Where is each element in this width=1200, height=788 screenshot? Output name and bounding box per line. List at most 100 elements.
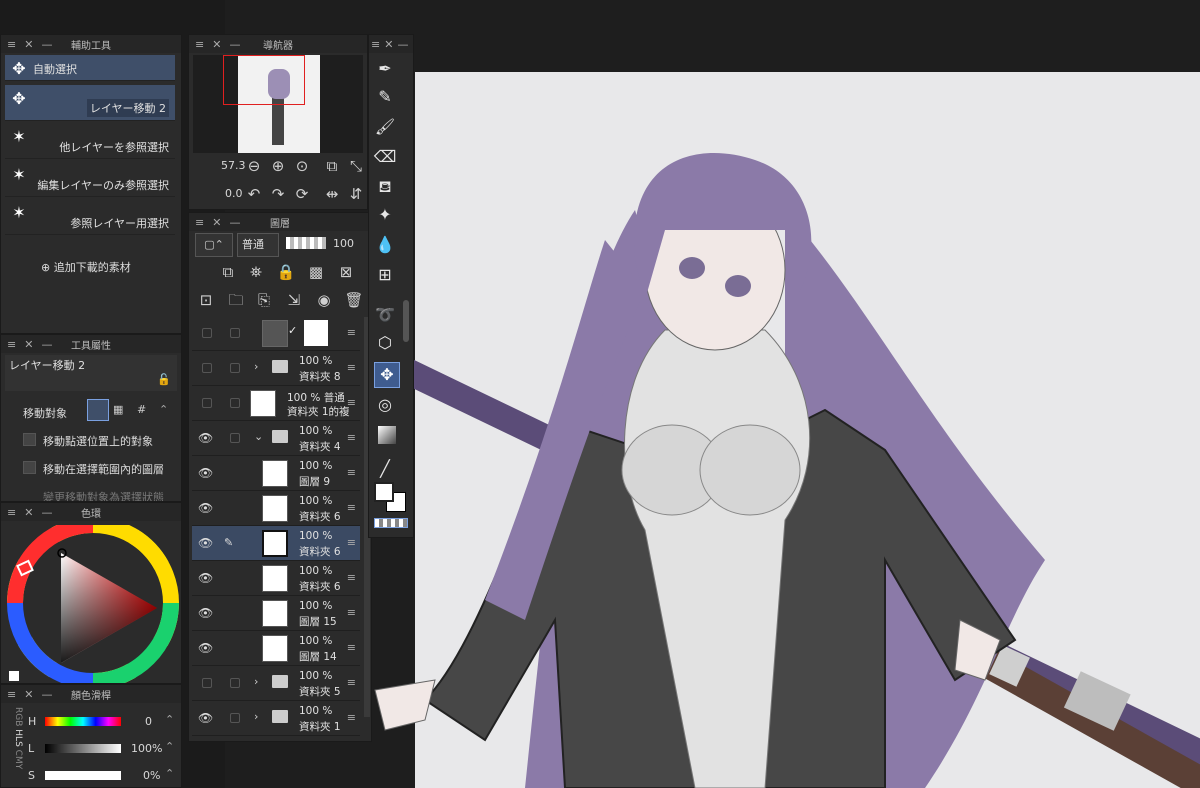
airbrush-icon[interactable]: ⛾ bbox=[372, 174, 398, 200]
l-value[interactable]: 100% bbox=[131, 742, 162, 755]
move-target-layer-button[interactable] bbox=[87, 399, 109, 421]
3d-object-icon[interactable]: ⬡ bbox=[372, 330, 398, 356]
edit-toggle[interactable] bbox=[230, 328, 240, 338]
eye-icon[interactable]: 👁 bbox=[198, 431, 213, 445]
panel-menu-icon[interactable]: ≡ bbox=[7, 38, 16, 51]
main-color-swatch[interactable] bbox=[374, 482, 394, 502]
rotation-value[interactable]: 0.0 bbox=[225, 187, 243, 200]
layer-row[interactable]: 👁 ⌄ 100 % 資料夾 4 ≡ bbox=[192, 421, 360, 456]
layer-menu-icon[interactable]: ≡ bbox=[347, 711, 356, 724]
layer-row[interactable]: 👁 100 % 資料夾 6 ≡ bbox=[192, 491, 360, 526]
l-slider[interactable] bbox=[45, 744, 121, 753]
layer-row[interactable]: 👁 100 % 圖層 14 ≡ bbox=[192, 631, 360, 666]
layer-menu-icon[interactable]: ≡ bbox=[347, 396, 356, 409]
fit-window-icon[interactable]: ⤡ bbox=[345, 155, 367, 177]
tab-cmy[interactable]: CMY bbox=[13, 750, 23, 770]
brush-icon[interactable]: 🖌 bbox=[372, 114, 398, 140]
panel-menu-icon[interactable]: ≡ bbox=[195, 216, 204, 229]
minimize-icon[interactable]: — bbox=[41, 38, 52, 51]
actual-size-icon[interactable]: ⧉ bbox=[321, 155, 343, 177]
subtool-item-edit-layer-only[interactable]: ✶ 編集レイヤーのみ参照選択 bbox=[5, 161, 175, 197]
zoom-in-icon[interactable]: ⊕ bbox=[267, 155, 289, 177]
close-icon[interactable]: ✕ bbox=[212, 38, 221, 51]
close-icon[interactable]: ✕ bbox=[24, 338, 33, 351]
minimize-icon[interactable]: — bbox=[229, 216, 240, 229]
layer-row[interactable]: › 100 % 資料夾 5 ≡ bbox=[192, 666, 360, 701]
panel-menu-icon[interactable]: ≡ bbox=[7, 506, 16, 519]
visibility-toggle[interactable] bbox=[202, 363, 212, 373]
layer-row[interactable]: 👁 100 % 資料夾 6 ≡ bbox=[192, 561, 360, 596]
s-slider[interactable] bbox=[45, 771, 121, 780]
layer-row[interactable]: 👁 › 100 % 資料夾 1 ≡ bbox=[192, 701, 360, 736]
tool-strip-scrollbar[interactable] bbox=[403, 300, 409, 342]
layer-row[interactable]: 👁 100 % 圖層 15 ≡ bbox=[192, 596, 360, 631]
edit-toggle[interactable] bbox=[230, 398, 240, 408]
eye-icon[interactable]: 👁 bbox=[198, 711, 213, 725]
chevron-right-icon[interactable]: › bbox=[254, 710, 258, 723]
lasso-icon[interactable]: ➰ bbox=[372, 302, 398, 328]
delete-layer-icon[interactable]: 🗑 bbox=[343, 289, 365, 311]
chevron-right-icon[interactable]: › bbox=[254, 360, 258, 373]
layer-menu-icon[interactable]: ≡ bbox=[347, 606, 356, 619]
visibility-toggle[interactable] bbox=[202, 328, 212, 338]
tab-hls[interactable]: HLS bbox=[13, 729, 23, 747]
panel-menu-icon[interactable]: ≡ bbox=[371, 38, 380, 51]
edit-toggle[interactable] bbox=[230, 363, 240, 373]
new-folder-icon[interactable]: 🗀 bbox=[225, 289, 247, 311]
pen-icon[interactable]: ✒ bbox=[372, 56, 398, 82]
layer-row[interactable]: 100 % 普通 資料夾 1的複 ≡ bbox=[192, 386, 360, 421]
color-mode-tabs[interactable]: RGB HLS CMY bbox=[9, 707, 23, 787]
eye-icon[interactable]: 👁 bbox=[198, 641, 213, 655]
auto-select-icon[interactable]: ◎ bbox=[372, 392, 398, 418]
minimize-icon[interactable]: — bbox=[41, 506, 52, 519]
move-tool-icon[interactable]: ✥ bbox=[374, 362, 400, 388]
copy-layer-icon[interactable]: ⎘ bbox=[253, 289, 275, 311]
lock-icon[interactable]: 🔓 bbox=[157, 373, 171, 386]
panel-menu-icon[interactable]: ≡ bbox=[195, 38, 204, 51]
fit-stop-icon[interactable]: ⊙ bbox=[291, 155, 313, 177]
layer-menu-icon[interactable]: ≡ bbox=[347, 361, 356, 374]
rotate-right-icon[interactable]: ↷ bbox=[267, 183, 289, 205]
layer-row-selected[interactable]: 👁 ✎ 100 % 資料夾 6 ≡ bbox=[192, 526, 360, 561]
navigator-preview[interactable] bbox=[193, 55, 363, 153]
eye-icon[interactable]: 👁 bbox=[198, 536, 213, 550]
layer-row[interactable]: 👁 100 % 圖層 9 ≡ bbox=[192, 456, 360, 491]
layer-menu-icon[interactable]: ≡ bbox=[347, 641, 356, 654]
edit-toggle[interactable] bbox=[230, 678, 240, 688]
opacity-value[interactable]: 100 bbox=[333, 237, 354, 250]
flip-vertical-icon[interactable]: ⇵ bbox=[345, 183, 367, 205]
eye-icon[interactable]: 👁 bbox=[198, 501, 213, 515]
subtool-item-auto-select[interactable]: ✥ 自動選択 bbox=[5, 55, 175, 81]
new-layer-icon[interactable]: ⊡ bbox=[195, 289, 217, 311]
blend-icon[interactable]: 💧 bbox=[372, 232, 398, 258]
add-material-button[interactable]: ⊕ 追加下載的素材 bbox=[41, 259, 131, 275]
panel-menu-icon[interactable]: ≡ bbox=[7, 338, 16, 351]
main-color-swatch[interactable] bbox=[9, 671, 19, 681]
layer-menu-icon[interactable]: ≡ bbox=[347, 571, 356, 584]
zoom-out-icon[interactable]: ⊖ bbox=[243, 155, 265, 177]
layer-menu-icon[interactable]: ≡ bbox=[347, 501, 356, 514]
chevron-right-icon[interactable]: › bbox=[254, 675, 258, 688]
layer-menu-icon[interactable]: ≡ bbox=[347, 431, 356, 444]
transform-grid-icon[interactable]: ⊞ bbox=[372, 262, 398, 288]
merge-down-icon[interactable]: ⇲ bbox=[283, 289, 305, 311]
minimize-icon[interactable]: — bbox=[41, 338, 52, 351]
subtool-item-ref-other-layer[interactable]: ✶ 他レイヤーを参照選択 bbox=[5, 123, 175, 159]
tab-rgb[interactable]: RGB bbox=[13, 707, 23, 726]
close-icon[interactable]: ✕ bbox=[212, 216, 221, 229]
s-value[interactable]: 0% bbox=[143, 769, 160, 782]
subtool-item-layer-move-2[interactable]: ✥ レイヤー移動 2 bbox=[5, 85, 175, 121]
blend-mode-select[interactable]: 普通 bbox=[237, 233, 279, 257]
line-icon[interactable]: ╱ bbox=[372, 456, 398, 482]
option1-checkbox[interactable] bbox=[23, 433, 36, 446]
reset-rotation-icon[interactable]: ⟳ bbox=[291, 183, 313, 205]
pencil-icon[interactable]: ✎ bbox=[372, 84, 398, 110]
gradient-icon[interactable] bbox=[378, 426, 396, 444]
reference-icon[interactable]: ⛯ bbox=[245, 261, 267, 283]
decoration-icon[interactable]: ✦ bbox=[372, 202, 398, 228]
layer-color-select[interactable]: ▢⌃ bbox=[195, 233, 233, 257]
minimize-icon[interactable]: — bbox=[41, 688, 52, 701]
s-spinner[interactable]: ⌃ bbox=[165, 767, 174, 780]
mask-icon[interactable]: ⊠ bbox=[335, 261, 357, 283]
move-target-pattern-button[interactable]: ▦ bbox=[113, 403, 123, 416]
